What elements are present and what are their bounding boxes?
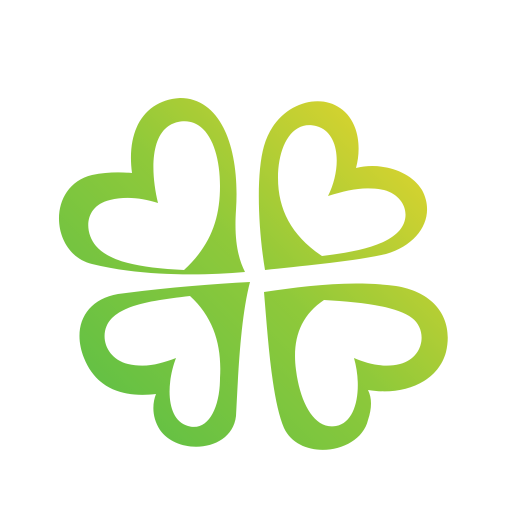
clover-leaf-top-left	[58, 98, 245, 275]
logo-canvas	[0, 0, 512, 512]
clover-leaf-bottom-right	[264, 283, 448, 450]
clover-leaf-bottom-left	[79, 282, 250, 447]
clover-leaf-top-right	[258, 101, 428, 270]
four-leaf-clover-icon	[58, 98, 448, 450]
